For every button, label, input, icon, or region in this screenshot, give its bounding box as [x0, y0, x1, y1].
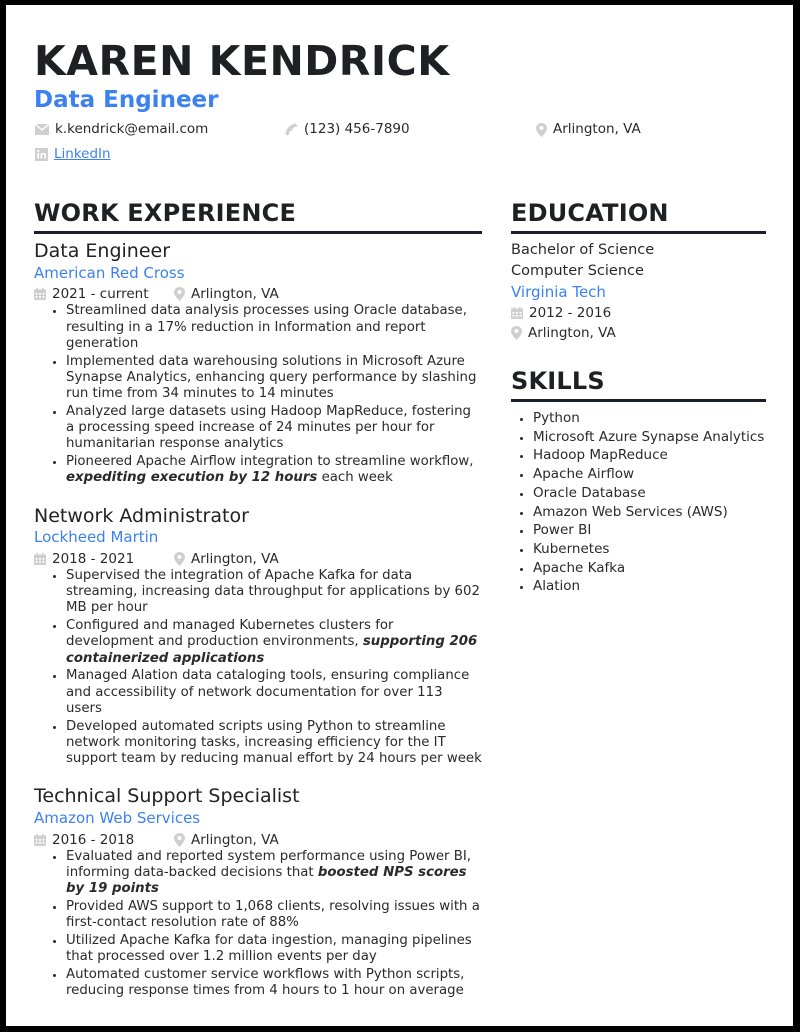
education-dates: 2012 - 2016: [511, 303, 766, 323]
job-bullet: Developed automated scripts using Python…: [66, 719, 482, 768]
job-bullet: Utilized Apache Kafka for data ingestion…: [66, 933, 482, 965]
job-bullet: Analyzed large datasets using Hadoop Map…: [66, 404, 482, 453]
job-bullet: Managed Alation data cataloging tools, e…: [66, 668, 482, 717]
candidate-name: KAREN KENDRICK: [34, 37, 450, 85]
job-entry: Data Engineer American Red Cross 2021 - …: [34, 240, 482, 487]
education-section: EDUCATION Bachelor of Science Computer S…: [511, 201, 766, 343]
job-bullet: Configured and managed Kubernetes cluste…: [66, 618, 482, 667]
education-field: Computer Science: [511, 263, 644, 279]
job-bullet: Automated customer service workflows wit…: [66, 967, 482, 999]
section-title-education: EDUCATION: [511, 201, 766, 234]
map-pin-icon: [174, 551, 185, 566]
company-name: American Red Cross: [34, 263, 185, 282]
job-location-text: Arlington, VA: [191, 550, 279, 567]
map-pin-icon: [174, 832, 185, 847]
skill-item: Hadoop MapReduce: [533, 446, 766, 465]
job-dates-text: 2018 - 2021: [52, 550, 135, 567]
education-school: Virginia Tech: [511, 283, 606, 301]
job-location-text: Arlington, VA: [191, 286, 279, 303]
job-location: Arlington, VA: [174, 832, 279, 848]
job-meta: 2016 - 2018 Arlington, VA: [34, 832, 482, 848]
calendar-icon: [34, 552, 46, 565]
job-dates-text: 2016 - 2018: [52, 831, 135, 848]
resume-page: KAREN KENDRICK Data Engineer k.kendrick@…: [6, 5, 793, 1026]
contact-phone: (123) 456-7890: [285, 121, 410, 137]
calendar-icon: [34, 833, 46, 846]
map-pin-icon: [511, 326, 522, 340]
job-meta: 2018 - 2021 Arlington, VA: [34, 551, 482, 567]
section-title-work: WORK EXPERIENCE: [34, 201, 482, 234]
job-meta: 2021 - current Arlington, VA: [34, 286, 482, 302]
linkedin-link[interactable]: LinkedIn: [54, 147, 111, 162]
skill-item: Alation: [533, 577, 766, 596]
company-name: Amazon Web Services: [34, 809, 201, 827]
skill-item: Oracle Database: [533, 484, 766, 503]
bullet-text: Pioneered Apache Airflow integration to …: [66, 454, 474, 470]
calendar-icon: [34, 288, 46, 301]
section-title-skills: SKILLS: [511, 369, 766, 402]
map-pin-icon: [174, 287, 185, 302]
linkedin-icon: [35, 148, 48, 162]
sidebar: EDUCATION Bachelor of Science Computer S…: [511, 201, 766, 596]
skill-item: Python: [533, 409, 766, 428]
education-location-text: Arlington, VA: [528, 325, 616, 341]
work-experience-section: WORK EXPERIENCE Data Engineer American R…: [34, 201, 482, 1001]
job-list: Data Engineer American Red Cross 2021 - …: [34, 240, 482, 999]
skill-item: Apache Kafka: [533, 559, 766, 578]
job-bullet: Streamlined data analysis processes usin…: [66, 303, 482, 352]
job-location: Arlington, VA: [174, 551, 279, 567]
bullet-text: Configured and managed Kubernetes cluste…: [66, 618, 394, 650]
job-bullets: Evaluated and reported system performanc…: [34, 849, 482, 1000]
job-entry: Technical Support Specialist Amazon Web …: [34, 785, 482, 999]
job-bullet: Provided AWS support to 1,068 clients, r…: [66, 899, 482, 931]
skill-item: Power BI: [533, 521, 766, 540]
skill-item: Microsoft Azure Synapse Analytics: [533, 428, 766, 447]
job-bullet: Implemented data warehousing solutions i…: [66, 354, 482, 403]
phone-icon: [285, 123, 298, 136]
job-title: Data Engineer: [34, 240, 171, 262]
job-bullet: Pioneered Apache Airflow integration to …: [66, 454, 482, 486]
phone-text: (123) 456-7890: [304, 121, 410, 137]
job-dates-text: 2021 - current: [52, 286, 149, 303]
calendar-icon: [511, 307, 523, 319]
location-text: Arlington, VA: [553, 121, 641, 138]
education-location: Arlington, VA: [511, 323, 766, 343]
bullet-highlight: expediting execution by 12 hours: [66, 470, 318, 486]
education-dates-text: 2012 - 2016: [529, 305, 612, 321]
contact-email: k.kendrick@email.com: [35, 121, 209, 137]
skills-list: PythonMicrosoft Azure Synapse AnalyticsH…: [511, 409, 766, 596]
contact-linkedin: LinkedIn: [35, 147, 111, 162]
job-bullets: Supervised the integration of Apache Kaf…: [34, 568, 482, 767]
email-text: k.kendrick@email.com: [55, 121, 209, 137]
job-dates: 2018 - 2021: [34, 551, 174, 567]
job-bullet: Supervised the integration of Apache Kaf…: [66, 568, 482, 617]
job-dates: 2016 - 2018: [34, 832, 174, 848]
map-pin-icon: [536, 123, 547, 137]
company-name: Lockheed Martin: [34, 528, 159, 547]
skills-section: SKILLS PythonMicrosoft Azure Synapse Ana…: [511, 369, 766, 596]
bullet-text: each week: [317, 470, 393, 486]
job-entry: Network Administrator Lockheed Martin 20…: [34, 505, 482, 768]
contact-location: Arlington, VA: [536, 123, 641, 137]
education-degree: Bachelor of Science: [511, 242, 655, 258]
skill-item: Kubernetes: [533, 540, 766, 559]
job-location-text: Arlington, VA: [191, 831, 279, 848]
job-bullets: Streamlined data analysis processes usin…: [34, 303, 482, 486]
job-bullet: Evaluated and reported system performanc…: [66, 849, 482, 898]
skill-item: Apache Airflow: [533, 465, 766, 484]
candidate-role: Data Engineer: [34, 87, 219, 113]
skill-item: Amazon Web Services (AWS): [533, 503, 766, 522]
job-title: Technical Support Specialist: [34, 785, 300, 808]
job-title: Network Administrator: [34, 504, 249, 527]
job-location: Arlington, VA: [174, 286, 279, 302]
job-dates: 2021 - current: [34, 286, 174, 302]
envelope-icon: [35, 124, 49, 136]
